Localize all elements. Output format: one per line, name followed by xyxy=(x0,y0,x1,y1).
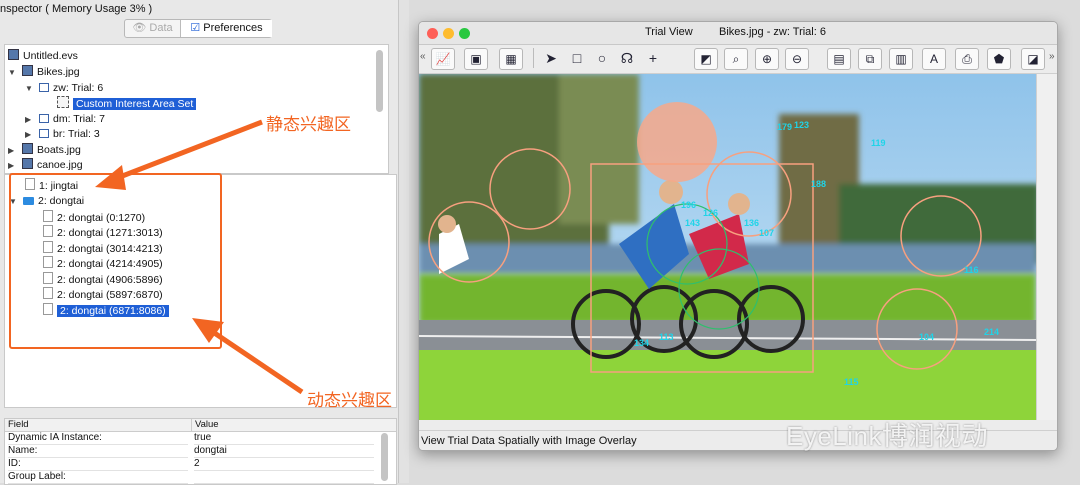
save-all-icon[interactable]: ▥ xyxy=(889,48,913,70)
fixation-label: 143 xyxy=(685,218,701,228)
toolbar-overflow-left-icon[interactable]: « xyxy=(420,51,426,62)
trial-view-window: Trial View Bikes.jpg - zw: Trial: 6 « 📈 … xyxy=(418,21,1058,451)
crosshair-icon[interactable]: + xyxy=(643,48,663,68)
fixation-label: 196 xyxy=(681,200,697,210)
canvas-scrollbar[interactable] xyxy=(1036,74,1057,420)
fixation-label: 188 xyxy=(811,179,827,189)
ellipse-icon[interactable]: ○ xyxy=(592,48,612,68)
trial-image-canvas[interactable] xyxy=(419,74,1036,420)
lower-grass xyxy=(419,350,1036,420)
save-icon[interactable]: ▤ xyxy=(827,48,851,70)
freehand-icon[interactable]: ☊ xyxy=(617,48,637,68)
annotation-arrows xyxy=(95,119,304,395)
edit-icon[interactable]: ◪ xyxy=(1021,48,1045,70)
zoom-button[interactable] xyxy=(459,28,470,39)
toolbar-overflow-right-icon[interactable]: » xyxy=(1049,51,1055,62)
line-chart-icon[interactable]: 📈 xyxy=(431,48,455,70)
bike-path xyxy=(419,320,1036,350)
split-pane-divider[interactable] xyxy=(398,0,409,483)
text-icon[interactable]: A xyxy=(922,48,946,70)
shield-icon[interactable]: ⬟ xyxy=(987,48,1011,70)
fixation-label: 123 xyxy=(794,120,810,130)
zoom-out-icon[interactable]: ⊖ xyxy=(785,48,809,70)
window-title: Trial View xyxy=(645,26,693,38)
grid-icon[interactable]: ▦ xyxy=(499,48,523,70)
fixation-label: 126 xyxy=(703,208,719,218)
window-titlebar[interactable]: Trial View Bikes.jpg - zw: Trial: 6 xyxy=(419,22,1057,45)
rectangle-icon[interactable]: □ xyxy=(567,48,587,68)
inspector-panel: nspector ( Memory Usage 3% ) 👁 Data ☑ Pr… xyxy=(0,0,398,485)
trial-toolbar: « 📈 ▣ ▦ ➤ □ ○ ☊ + ◩ ⌕ ⊕ ⊖ ▤ ⧉ ▥ A ⎙ ⬟ ◪ … xyxy=(419,45,1057,74)
pointer-icon[interactable]: ➤ xyxy=(541,48,561,68)
fixation-label: 115 xyxy=(844,377,859,387)
fixation-label: 134 xyxy=(634,338,650,348)
fixation-label: 107 xyxy=(759,228,775,238)
image-adjust-icon[interactable]: ◩ xyxy=(694,48,718,70)
minimize-button[interactable] xyxy=(443,28,454,39)
toolbar-separator xyxy=(533,48,534,68)
fixation-label: 136 xyxy=(744,218,760,228)
image-icon[interactable]: ▣ xyxy=(464,48,488,70)
zoom-in-icon[interactable]: ⊕ xyxy=(755,48,779,70)
export-icon[interactable]: ⎙ xyxy=(955,48,979,70)
window-subtitle: Bikes.jpg - zw: Trial: 6 xyxy=(719,26,826,38)
fixation-label: 119 xyxy=(871,138,886,148)
status-text: View Trial Data Spatially with Image Ove… xyxy=(421,435,637,447)
fixation-label: 113 xyxy=(659,332,674,342)
fixation-label: 179 xyxy=(777,122,793,132)
watermark: EyeLink博润视动 xyxy=(786,421,988,451)
save-as-icon[interactable]: ⧉ xyxy=(858,48,882,70)
fixation-label: 116 xyxy=(964,265,979,275)
close-button[interactable] xyxy=(427,28,438,39)
fixation-label: 214 xyxy=(984,327,1000,337)
fixation-label: 104 xyxy=(919,332,935,342)
zoom-icon[interactable]: ⌕ xyxy=(724,48,748,70)
